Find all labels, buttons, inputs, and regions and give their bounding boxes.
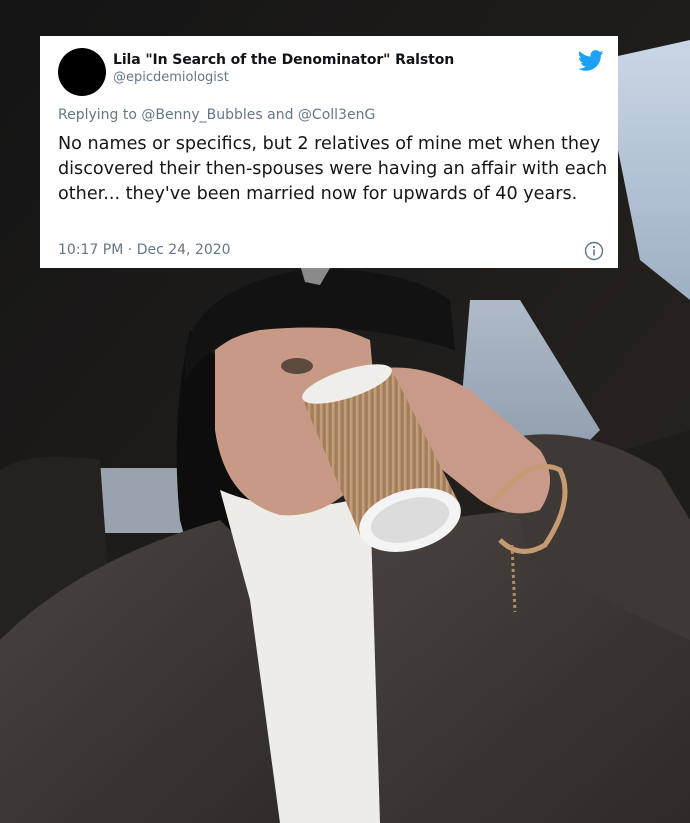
info-icon[interactable] (584, 241, 604, 261)
tweet-text: No names or specifics, but 2 relatives o… (58, 134, 608, 204)
tweet-card[interactable]: Lila "In Search of the Denominator" Rals… (40, 36, 618, 268)
tweet-timestamp[interactable]: 10:17 PM · Dec 24, 2020 (58, 242, 231, 258)
reply-to-links[interactable]: @Benny_Bubbles and @Coll3enG (141, 107, 375, 123)
user-info: Lila "In Search of the Denominator" Rals… (113, 52, 454, 85)
reply-prefix: Replying to (58, 107, 137, 123)
eye (281, 358, 313, 374)
avatar[interactable] (58, 48, 106, 96)
tweet-time: 10:17 PM (58, 242, 124, 258)
user-handle[interactable]: @epicdemiologist (113, 70, 454, 85)
reply-line: Replying to @Benny_Bubbles and @Coll3enG (58, 107, 375, 123)
display-name[interactable]: Lila "In Search of the Denominator" Rals… (113, 52, 454, 68)
twitter-bird-icon[interactable] (578, 50, 604, 72)
timestamp-separator: · (127, 242, 133, 258)
tweet-date: Dec 24, 2020 (136, 242, 231, 258)
